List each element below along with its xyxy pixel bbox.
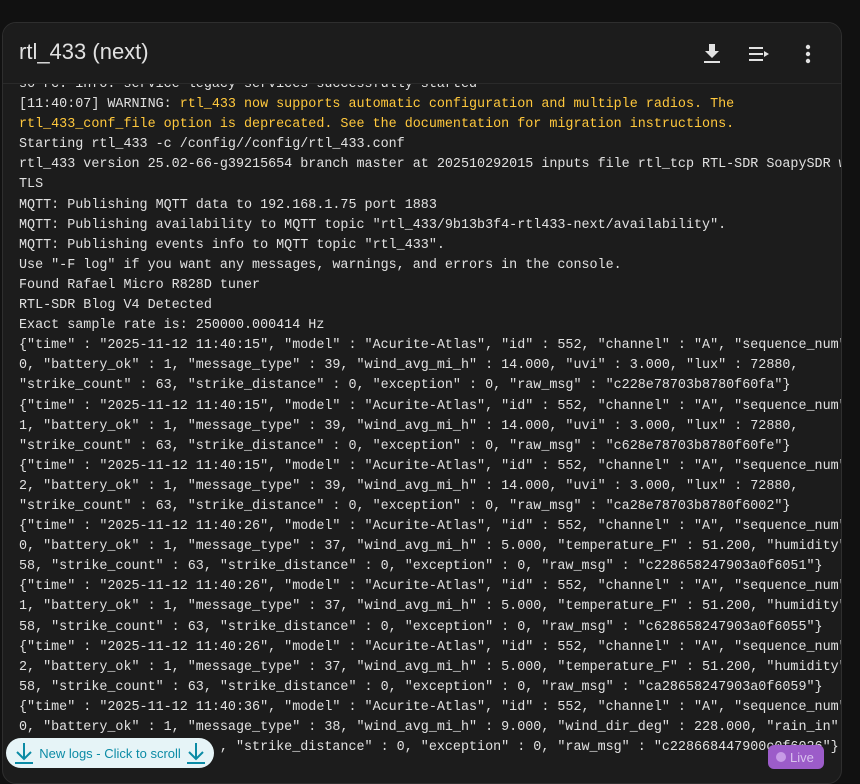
log-line: {"time" : "2025-11-12 11:40:15", "model"… (19, 457, 841, 477)
log-text: {"time" : "2025-11-12 11:40:26", "model"… (19, 579, 842, 595)
log-text: RTL-SDR Blog V4 Detected (19, 298, 212, 314)
live-label: Live (790, 749, 814, 765)
log-line: 2, "battery_ok" : 1, "message_type" : 39… (19, 477, 841, 497)
log-text: {"time" : "2025-11-12 11:40:15", "model"… (19, 338, 842, 354)
log-text: [11:40:07] WARNING: (19, 97, 180, 113)
log-text: rtl_433 version 25.02-66-g39215654 branc… (19, 157, 842, 173)
log-line: "strike_count" : 63, "strike_distance" :… (19, 376, 841, 396)
log-text: 2, "battery_ok" : 1, "message_type" : 37… (19, 659, 842, 675)
log-line: Starting rtl_433 -c /config//config/rtl_… (19, 135, 841, 155)
download-icon[interactable] (699, 41, 725, 67)
log-line: "strike_count" : 63, "strike_distance" :… (19, 437, 841, 457)
log-line: MQTT: Publishing availability to MQTT to… (19, 216, 841, 236)
log-line: 58, "strike_count" : 63, "strike_distanc… (19, 557, 841, 577)
log-text: TLS (19, 177, 44, 193)
log-text: "strike_count" : 63, "strike_distance" :… (19, 498, 791, 514)
log-text: rtl_433_conf_file option is deprecated. … (19, 117, 735, 133)
log-line: {"time" : "2025-11-12 11:40:15", "model"… (19, 336, 841, 356)
log-text: "strike_count" : 63, "strike_distance" :… (19, 378, 791, 394)
log-line: MQTT: Publishing events info to MQTT top… (19, 236, 841, 256)
log-text: "strike_count" : 63, "strike_distance" :… (19, 438, 791, 454)
arrow-down-icon (15, 743, 33, 764)
page-title: rtl_433 (next) (19, 39, 149, 64)
log-line: MQTT: Publishing MQTT data to 192.168.1.… (19, 196, 841, 216)
live-dot-icon (776, 752, 786, 762)
log-line: {"time" : "2025-11-12 11:40:36", "model"… (19, 698, 841, 718)
log-text: 2, "battery_ok" : 1, "message_type" : 39… (19, 478, 799, 494)
log-line: {"time" : "2025-11-12 11:40:26", "model"… (19, 517, 841, 537)
log-line: Use "-F log" if you want any messages, w… (19, 256, 841, 276)
log-line: RTL-SDR Blog V4 Detected (19, 296, 841, 316)
new-logs-scroll-button[interactable]: New logs - Click to scroll (6, 738, 214, 768)
log-text: {"time" : "2025-11-12 11:40:26", "model"… (19, 519, 842, 535)
log-text: 58, "strike_count" : 63, "strike_distanc… (19, 679, 823, 695)
log-text: Exact sample rate is: 250000.000414 Hz (19, 318, 325, 334)
log-text: MQTT: Publishing availability to MQTT to… (19, 217, 727, 233)
card-header: rtl_433 (next) (3, 23, 841, 84)
log-line: 58, "strike_count" : 63, "strike_distanc… (19, 618, 841, 638)
log-line: 58, "strike_count" : 63, "strike_distanc… (19, 678, 841, 698)
log-text: 0, "battery_ok" : 1, "message_type" : 39… (19, 358, 799, 374)
log-card: s6-rc: info: service legacy-services suc… (2, 22, 842, 784)
log-text: {"time" : "2025-11-12 11:40:26", "model"… (19, 639, 842, 655)
log-line: {"time" : "2025-11-12 11:40:26", "model"… (19, 577, 841, 597)
log-text: MQTT: Publishing MQTT data to 192.168.1.… (19, 197, 437, 213)
log-text: {"time" : "2025-11-12 11:40:15", "model"… (19, 458, 842, 474)
log-line: rtl_433_conf_file option is deprecated. … (19, 115, 841, 135)
log-text: {"time" : "2025-11-12 11:40:15", "model"… (19, 398, 842, 414)
more-options-icon[interactable] (795, 41, 821, 67)
log-text: 58, "strike_count" : 63, "strike_distanc… (19, 559, 823, 575)
log-line: 0, "battery_ok" : 1, "message_type" : 39… (19, 356, 841, 376)
arrow-down-icon (187, 743, 205, 764)
log-line: Exact sample rate is: 250000.000414 Hz (19, 316, 841, 336)
log-text: 1, "battery_ok" : 1, "message_type" : 39… (19, 418, 799, 434)
log-text: 58, "strike_count" : 63, "strike_distanc… (19, 619, 823, 635)
log-line: [11:40:07] WARNING: rtl_433 now supports… (19, 95, 841, 115)
log-line: {"time" : "2025-11-12 11:40:26", "model"… (19, 638, 841, 658)
log-output[interactable]: s6-rc: info: service legacy-services suc… (19, 75, 841, 758)
log-line: "strike_count" : 63, "strike_distance" :… (19, 497, 841, 517)
log-text: Starting rtl_433 -c /config//config/rtl_… (19, 137, 405, 153)
log-text: Found Rafael Micro R828D tuner (19, 277, 261, 293)
log-text: {"time" : "2025-11-12 11:40:36", "model"… (19, 699, 842, 715)
log-line: 0, "battery_ok" : 1, "message_type" : 37… (19, 537, 841, 557)
log-text: 1, "battery_ok" : 1, "message_type" : 37… (19, 599, 842, 615)
log-text: MQTT: Publishing events info to MQTT top… (19, 237, 445, 253)
log-line: 2, "battery_ok" : 1, "message_type" : 37… (19, 658, 841, 678)
log-line: 1, "battery_ok" : 1, "message_type" : 37… (19, 597, 841, 617)
wrap-lines-icon[interactable] (747, 41, 773, 67)
log-text: Use "-F log" if you want any messages, w… (19, 257, 622, 273)
log-line: rtl_433 version 25.02-66-g39215654 branc… (19, 155, 841, 175)
log-text: 0, "battery_ok" : 1, "message_type" : 38… (19, 720, 842, 735)
log-warning-text: rtl_433 now supports automatic configura… (179, 97, 735, 113)
live-badge[interactable]: Live (768, 745, 824, 769)
log-line: 1, "battery_ok" : 1, "message_type" : 39… (19, 417, 841, 437)
log-text: 0, "battery_ok" : 1, "message_type" : 37… (19, 539, 842, 555)
log-line: TLS (19, 175, 841, 195)
log-line: Found Rafael Micro R828D tuner (19, 276, 841, 296)
log-line: {"time" : "2025-11-12 11:40:15", "model"… (19, 397, 841, 417)
log-line: 0, "battery_ok" : 1, "message_type" : 38… (19, 718, 841, 738)
new-logs-label: New logs - Click to scroll (39, 745, 181, 761)
